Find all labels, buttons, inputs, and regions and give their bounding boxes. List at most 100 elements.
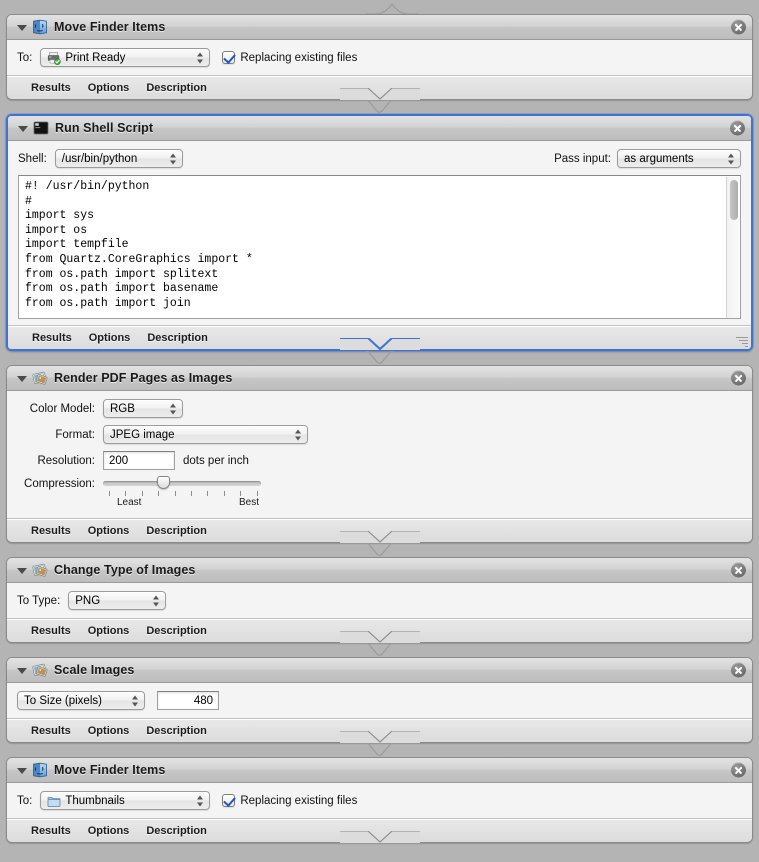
chevron-updown-icon	[170, 402, 177, 415]
pass-input-popup[interactable]: as arguments	[617, 149, 741, 168]
action-footer-tabs: Results Options Description	[7, 719, 752, 742]
scale-images-body: To Size (pixels) 480	[7, 683, 752, 719]
shell-label: Shell:	[18, 152, 47, 165]
footer-tab-results[interactable]: Results	[31, 82, 71, 94]
footer-tab-options[interactable]: Options	[88, 725, 130, 737]
destination-popup-value: Print Ready	[65, 51, 126, 64]
chevron-updown-icon	[295, 428, 302, 441]
action-title: Render PDF Pages as Images	[54, 371, 233, 385]
action-render-pdf-pages-as-images[interactable]: Render PDF Pages as Images Color Model: …	[6, 365, 753, 543]
chevron-updown-icon	[153, 594, 160, 607]
compression-slider[interactable]	[103, 476, 261, 489]
remove-action-button[interactable]	[731, 370, 746, 386]
remove-action-button[interactable]	[731, 19, 746, 35]
action-titlebar[interactable]: Change Type of Images	[7, 558, 752, 583]
action-connector	[0, 351, 759, 365]
script-scrollbar[interactable]	[726, 177, 739, 318]
action-connector	[0, 643, 759, 657]
footer-tab-options[interactable]: Options	[88, 82, 130, 94]
destination-popup[interactable]: Print Ready	[40, 48, 211, 67]
checkbox-box	[222, 794, 236, 807]
to-type-popup[interactable]: PNG	[68, 591, 167, 610]
footer-tab-results[interactable]: Results	[31, 725, 71, 737]
action-titlebar[interactable]: Run Shell Script	[8, 116, 751, 141]
slider-ticks	[103, 490, 261, 497]
action-move-finder-items-2[interactable]: Move Finder Items To: Thumbnails Replaci…	[6, 757, 753, 843]
disclosure-triangle-icon[interactable]	[15, 764, 28, 777]
destination-popup[interactable]: Thumbnails	[40, 791, 211, 810]
preview-images-icon	[32, 370, 48, 386]
terminal-icon	[33, 120, 49, 136]
action-run-shell-script[interactable]: Run Shell Script Shell: /usr/bin/python …	[6, 114, 753, 351]
script-editor[interactable]: #! /usr/bin/python # import sys import o…	[18, 175, 741, 319]
footer-tab-results[interactable]: Results	[31, 825, 71, 837]
slider-thumb[interactable]	[156, 476, 170, 489]
pass-input-popup-value: as arguments	[624, 152, 694, 165]
footer-tab-description[interactable]: Description	[146, 825, 207, 837]
footer-tab-description[interactable]: Description	[146, 82, 207, 94]
to-type-popup-value: PNG	[75, 594, 101, 607]
destination-label: To:	[17, 51, 33, 64]
resolution-unit-label: dots per inch	[183, 454, 249, 467]
footer-tab-options[interactable]: Options	[88, 625, 130, 637]
folder-icon	[47, 794, 61, 808]
disclosure-triangle-icon[interactable]	[15, 21, 28, 34]
footer-tab-description[interactable]: Description	[146, 725, 207, 737]
compression-label: Compression:	[24, 478, 95, 490]
run-shell-script-body: Shell: /usr/bin/python Pass input: as ar…	[8, 141, 751, 326]
remove-action-button[interactable]	[730, 120, 745, 136]
action-footer-tabs: Results Options Description	[7, 819, 752, 842]
disclosure-triangle-icon[interactable]	[15, 564, 28, 577]
remove-action-button[interactable]	[731, 562, 746, 578]
remove-action-button[interactable]	[731, 762, 746, 778]
destination-label: To:	[17, 794, 33, 807]
action-footer-tabs: Results Options Description	[8, 326, 751, 349]
disclosure-triangle-icon[interactable]	[15, 372, 28, 385]
action-titlebar[interactable]: Scale Images	[7, 658, 752, 683]
footer-tab-results[interactable]: Results	[32, 332, 72, 344]
shell-popup[interactable]: /usr/bin/python	[54, 149, 183, 168]
footer-tab-options[interactable]: Options	[88, 825, 130, 837]
replacing-existing-files-checkbox[interactable]: Replacing existing files	[222, 51, 357, 64]
action-titlebar[interactable]: Render PDF Pages as Images	[7, 366, 752, 391]
compression-least-label: Least	[117, 497, 142, 508]
scale-size-input[interactable]: 480	[157, 691, 219, 710]
action-scale-images[interactable]: Scale Images To Size (pixels) 480 Result…	[6, 657, 753, 743]
footer-tab-description[interactable]: Description	[146, 625, 207, 637]
preview-images-icon	[32, 562, 48, 578]
render-pdf-body: Color Model: RGB Format: JPEG image Reso…	[7, 391, 752, 519]
finder-icon	[32, 762, 48, 778]
action-footer-tabs: Results Options Description	[7, 76, 752, 99]
pass-input-label: Pass input:	[554, 152, 611, 165]
color-model-label: Color Model:	[29, 402, 95, 415]
scale-size-value: 480	[193, 694, 213, 707]
footer-tab-results[interactable]: Results	[31, 625, 71, 637]
action-footer-tabs: Results Options Description	[7, 619, 752, 642]
scrollbar-thumb[interactable]	[730, 180, 738, 220]
replacing-existing-files-checkbox[interactable]: Replacing existing files	[222, 794, 357, 807]
scale-mode-popup[interactable]: To Size (pixels)	[17, 691, 145, 710]
action-titlebar[interactable]: Move Finder Items	[7, 15, 752, 40]
disclosure-triangle-icon[interactable]	[15, 664, 28, 677]
action-connector	[0, 100, 759, 114]
remove-action-button[interactable]	[731, 662, 746, 678]
resize-grip[interactable]	[736, 335, 748, 347]
resolution-label: Resolution:	[37, 454, 95, 467]
action-change-type-of-images[interactable]: Change Type of Images To Type: PNG Resul…	[6, 557, 753, 643]
action-title: Run Shell Script	[55, 121, 154, 135]
footer-tab-options[interactable]: Options	[88, 525, 130, 537]
footer-tab-options[interactable]: Options	[89, 332, 131, 344]
action-title: Move Finder Items	[54, 763, 166, 777]
action-title: Scale Images	[54, 663, 135, 677]
action-move-finder-items-1[interactable]: Move Finder Items To: Print Ready Replac…	[6, 14, 753, 100]
resolution-input[interactable]: 200	[103, 451, 175, 470]
automator-workflow-list: Move Finder Items To: Print Ready Replac…	[0, 0, 759, 843]
footer-tab-description[interactable]: Description	[147, 332, 208, 344]
color-model-popup[interactable]: RGB	[103, 399, 183, 418]
action-titlebar[interactable]: Move Finder Items	[7, 758, 752, 783]
color-model-popup-value: RGB	[110, 402, 135, 415]
footer-tab-results[interactable]: Results	[31, 525, 71, 537]
disclosure-triangle-icon[interactable]	[16, 122, 29, 135]
footer-tab-description[interactable]: Description	[146, 525, 207, 537]
format-popup[interactable]: JPEG image	[103, 425, 308, 444]
